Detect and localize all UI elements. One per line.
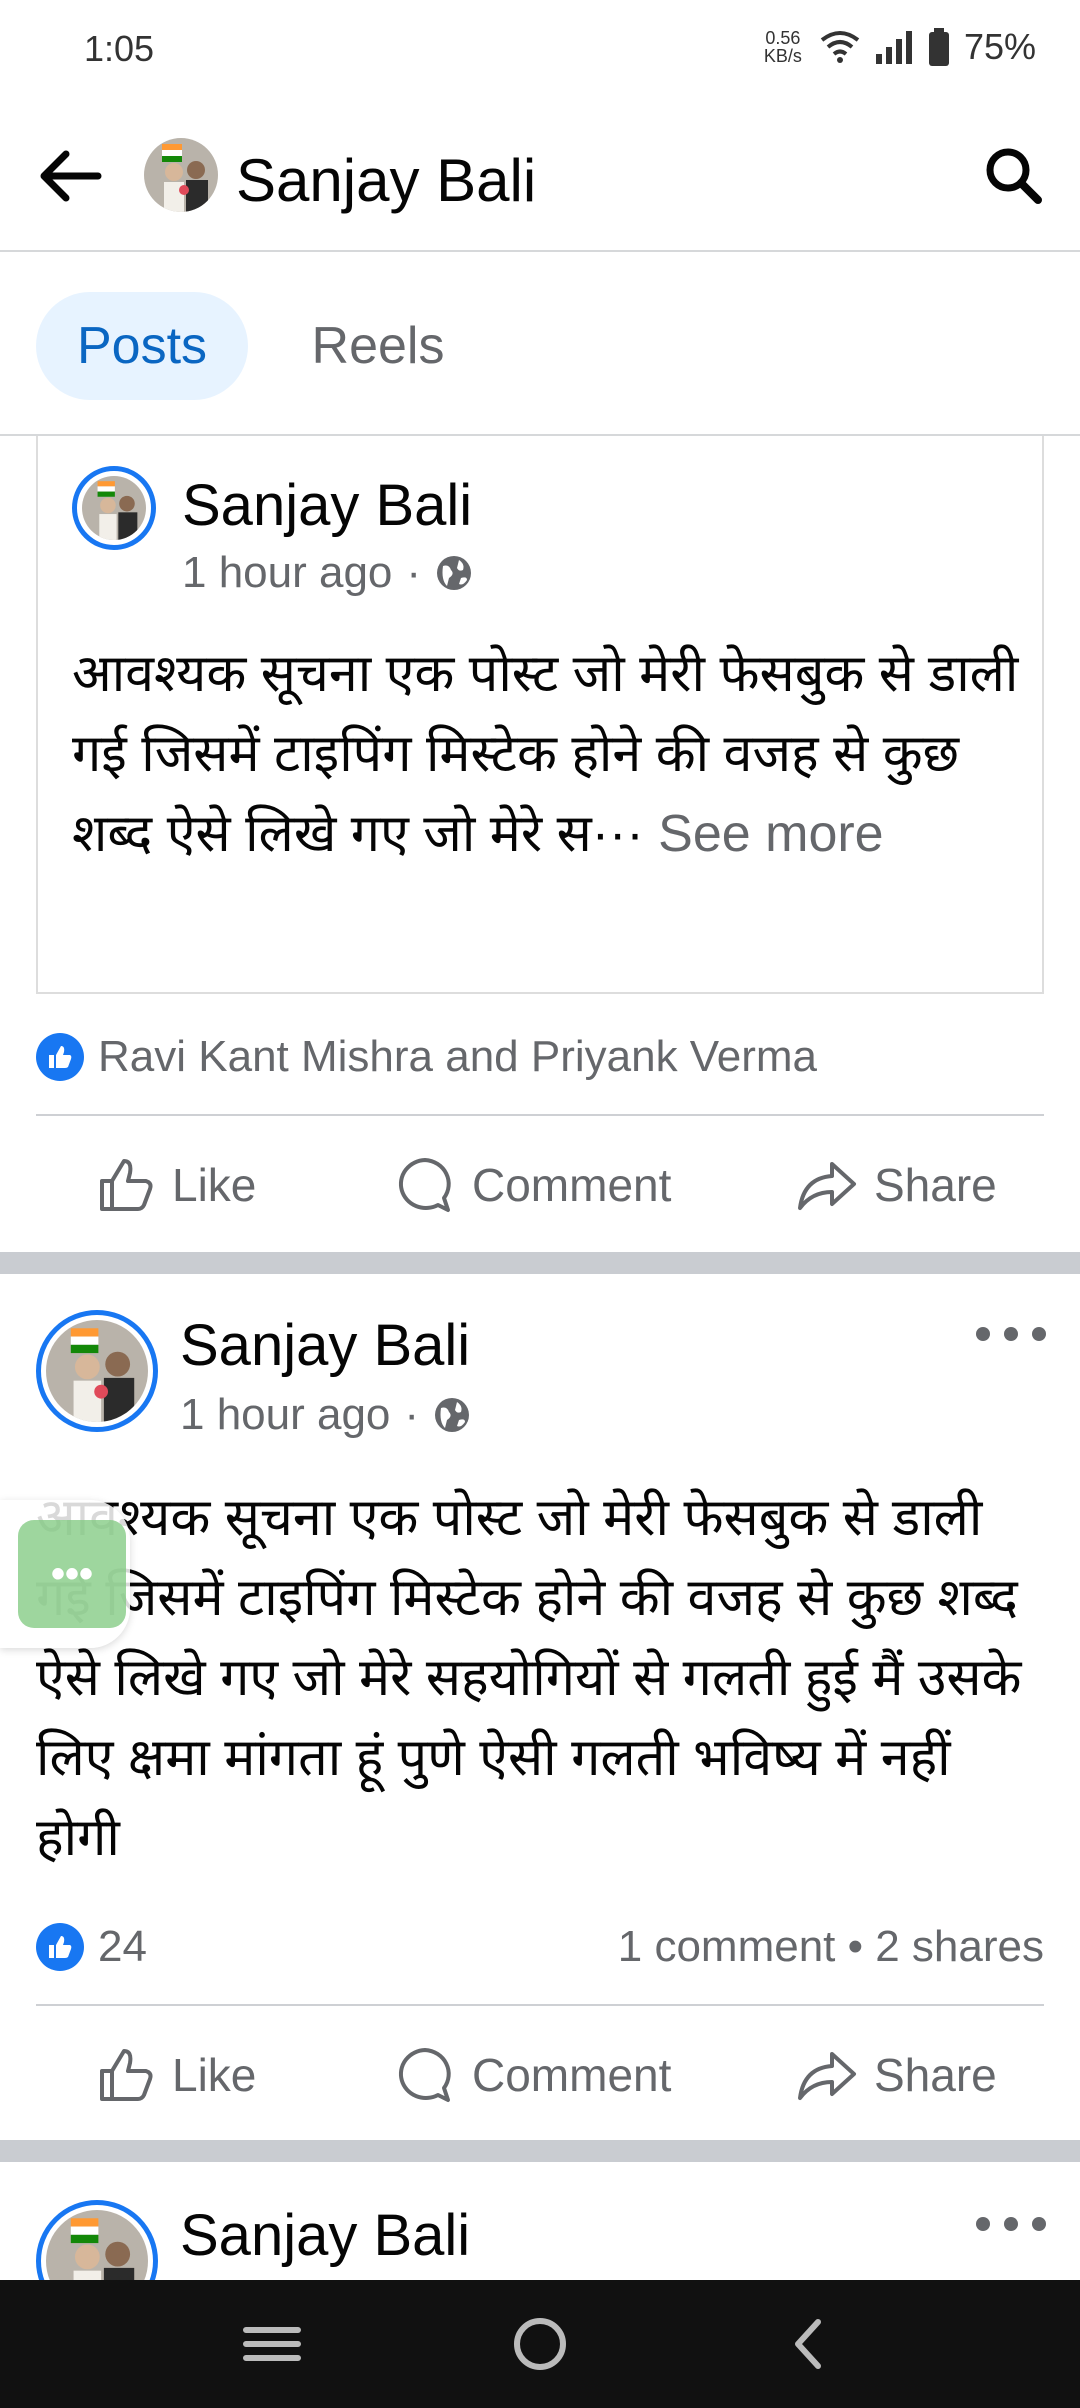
battery-icon (928, 28, 949, 66)
signal-icon (875, 31, 912, 64)
share-label: Share (874, 2049, 997, 2101)
post-body[interactable]: आवश्यक सूचना एक पोस्ट जो मेरी फेसबुक से … (36, 1478, 1046, 1878)
post-text[interactable]: आवश्यक सूचना एक पोस्ट जो मेरी फेसबुक से … (72, 634, 1022, 874)
post-author[interactable]: Sanjay Bali (180, 2202, 470, 2269)
home-icon[interactable] (504, 2308, 576, 2380)
like-label: Like (172, 2049, 257, 2101)
post-author[interactable]: Sanjay Bali (182, 472, 472, 539)
comment-label: Comment (472, 2049, 672, 2101)
share-icon (798, 2052, 856, 2100)
profile-photo-icon (46, 1320, 148, 1422)
post-meta: 1 hour ago · (182, 548, 473, 598)
bubble-dots-icon: ••• (18, 1520, 126, 1628)
back-icon[interactable] (774, 2308, 846, 2380)
profile-photo-icon (82, 476, 146, 540)
recent-apps-icon[interactable] (236, 2308, 308, 2380)
floating-chat-bubble[interactable]: ••• (0, 1500, 130, 1648)
post-actions: Like Comment Share (0, 2010, 1080, 2140)
author-avatar[interactable] (36, 1310, 158, 1432)
post-actions: Like Comment Share (0, 1120, 1080, 1250)
reaction-count: 24 (98, 1922, 147, 1971)
post-separator (0, 2140, 1080, 2162)
globe-icon (435, 1398, 470, 1432)
like-label: Like (172, 1159, 257, 1211)
reactions-summary[interactable]: 24 1 comment • 2 shares (36, 1912, 1044, 1982)
divider (36, 1114, 1044, 1116)
comment-button[interactable]: Comment (394, 1120, 671, 1250)
see-more-link[interactable]: See more (658, 805, 883, 863)
like-icon (100, 2049, 153, 2101)
share-button[interactable]: Share (796, 2010, 997, 2140)
profile-photo-icon (144, 138, 218, 212)
post-separator (0, 1252, 1080, 1274)
reactions-names: Ravi Kant Mishra and Priyank Verma (98, 1032, 817, 1081)
share-icon (798, 1162, 856, 1210)
post-time: 1 hour ago (182, 548, 393, 597)
header-avatar[interactable] (144, 138, 218, 212)
comment-button[interactable]: Comment (394, 2010, 671, 2140)
status-time: 1:05 (84, 28, 155, 69)
divider (36, 2004, 1044, 2006)
reactions-summary[interactable]: Ravi Kant Mishra and Priyank Verma (36, 1022, 1044, 1092)
post-meta: 1 hour ago · (180, 1390, 471, 1440)
system-nav-bar (0, 2280, 1080, 2408)
like-reaction-icon (36, 1923, 84, 1971)
back-arrow-icon[interactable] (36, 140, 108, 212)
status-icons: 0.56 KB/s 75% (760, 26, 1036, 68)
tab-reels[interactable]: Reels (290, 292, 466, 400)
status-bar: 1:05 0.56 KB/s 75% (0, 0, 1080, 100)
battery-percent: 75% (963, 26, 1036, 67)
comment-icon (398, 2048, 451, 2102)
like-button[interactable]: Like (96, 2010, 256, 2140)
shared-post-card[interactable]: Sanjay Bali 1 hour ago · आवश्यक सूचना एक… (36, 436, 1044, 994)
more-options-icon[interactable] (976, 1314, 1046, 1354)
network-speed: 0.56 KB/s (760, 29, 806, 65)
like-icon (100, 1159, 153, 1211)
network-speed-value: 0.56 (765, 28, 801, 48)
more-options-icon[interactable] (976, 2204, 1046, 2244)
post-author[interactable]: Sanjay Bali (180, 1312, 470, 1379)
meta-separator: · (406, 548, 422, 597)
share-button[interactable]: Share (796, 1120, 997, 1250)
profile-tabs: Posts Reels (0, 254, 1080, 436)
post-time: 1 hour ago (180, 1390, 391, 1439)
like-button[interactable]: Like (96, 1120, 256, 1250)
share-label: Share (874, 1159, 997, 1211)
page-title: Sanjay Bali (236, 147, 537, 214)
profile-header: Sanjay Bali (0, 100, 1080, 252)
tab-posts[interactable]: Posts (36, 292, 248, 400)
author-avatar[interactable] (72, 466, 156, 550)
globe-icon (437, 556, 472, 590)
comments-shares-count[interactable]: 1 comment • 2 shares (618, 1922, 1044, 1972)
network-speed-unit: KB/s (763, 46, 802, 66)
comment-label: Comment (472, 1159, 672, 1211)
search-icon[interactable] (978, 140, 1050, 212)
like-reaction-icon (36, 1033, 84, 1081)
meta-separator: · (404, 1390, 420, 1439)
wifi-icon (820, 31, 860, 63)
comment-icon (398, 1158, 451, 1212)
